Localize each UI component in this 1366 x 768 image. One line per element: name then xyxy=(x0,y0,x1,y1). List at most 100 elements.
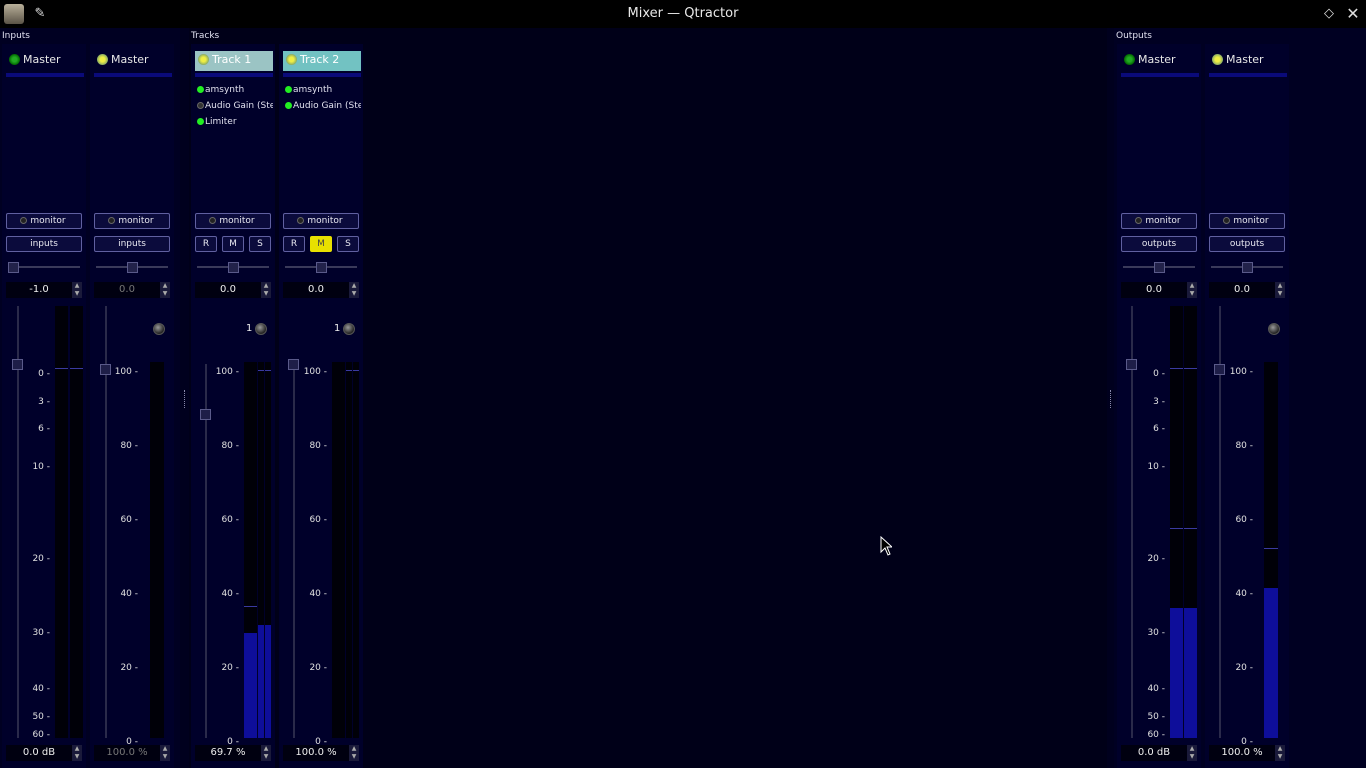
monitor-button[interactable]: monitor xyxy=(1209,213,1285,229)
scale-tick-label: 40 - xyxy=(120,589,138,599)
scale-tick-label: 20 - xyxy=(1147,554,1165,564)
fader-handle[interactable] xyxy=(1214,364,1225,375)
db-scale: 0 - 3 - 6 - 10 - 20 - 30 - 40 - 50 - 60 - xyxy=(1141,306,1165,742)
monitor-button[interactable]: monitor xyxy=(6,213,82,229)
midi-icon xyxy=(198,54,209,65)
channel-knob[interactable] xyxy=(1268,323,1280,335)
scale-tick-label: 6 - xyxy=(38,424,50,434)
monitor-button[interactable]: monitor xyxy=(1121,213,1197,229)
plugin-item[interactable]: amsynth xyxy=(195,82,273,98)
midi-icon xyxy=(1212,54,1223,65)
pan-handle[interactable] xyxy=(127,262,138,273)
solo-button[interactable]: S xyxy=(337,236,359,252)
percent-scale: 100 -80 -60 -40 -20 -0 - xyxy=(215,306,239,747)
channel-knob[interactable] xyxy=(343,323,355,335)
gain-spinbox[interactable]: -1.0 ▲ ▼ xyxy=(6,282,82,298)
pan-handle[interactable] xyxy=(8,262,19,273)
fader-handle[interactable] xyxy=(288,359,299,370)
gain-spinbox[interactable]: 0.0 ▲ ▼ xyxy=(283,282,359,298)
gain-spinbox[interactable]: 0.0 ▲ ▼ xyxy=(1209,282,1285,298)
mute-button[interactable]: M xyxy=(222,236,244,252)
scale-tick-label: 40 - xyxy=(1235,589,1253,599)
scale-tick-label: 20 - xyxy=(120,663,138,673)
record-button[interactable]: R xyxy=(283,236,305,252)
strip-name[interactable]: Track 2 xyxy=(283,51,361,71)
fader-handle[interactable] xyxy=(1126,359,1137,370)
plugin-list[interactable]: amsynth Audio Gain (Ste xyxy=(283,82,361,114)
channel-number: 1 xyxy=(246,323,253,334)
level-meter xyxy=(150,362,164,738)
pan-handle[interactable] xyxy=(1242,262,1253,273)
inputs-button[interactable]: inputs xyxy=(6,236,82,252)
plugin-item[interactable]: amsynth xyxy=(283,82,361,98)
percent-scale: 100 -80 -60 -40 -20 -0 - xyxy=(303,306,327,747)
scale-tick-label: 100 - xyxy=(114,367,138,377)
fader-handle[interactable] xyxy=(12,359,23,370)
outputs-button[interactable]: outputs xyxy=(1209,236,1285,252)
strip-name[interactable]: Master xyxy=(94,51,172,71)
pan-handle[interactable] xyxy=(1154,262,1165,273)
level-meter xyxy=(1264,362,1278,738)
pan-handle[interactable] xyxy=(228,262,239,273)
level-meter xyxy=(55,306,68,738)
outputs-label: Outputs xyxy=(1116,31,1152,41)
strip-name[interactable]: Master xyxy=(6,51,84,71)
scale-tick-label: 50 - xyxy=(32,712,50,722)
gain-fader[interactable] xyxy=(1131,306,1133,738)
db-scale: 0 - 3 - 6 - 10 - 20 - 30 - 40 - 50 - 60 - xyxy=(26,306,50,742)
level-spinbox[interactable]: 69.7 % ▲ ▼ xyxy=(195,745,271,761)
strip-name[interactable]: Track 1 xyxy=(195,51,273,71)
output-strip-master-midi: Master monitor outputs 0.0 ▲ ▼ 100 - 80 - 60… xyxy=(1205,44,1289,768)
audio-icon xyxy=(9,54,20,65)
scale-tick-label: 20 - xyxy=(309,663,327,673)
gain-fader[interactable] xyxy=(205,364,207,738)
keep-above-icon[interactable]: ◇ xyxy=(1319,4,1339,24)
level-spinbox[interactable]: 0.0 dB ▲ ▼ xyxy=(1121,745,1197,761)
plugin-item[interactable]: Audio Gain (Ste xyxy=(283,98,361,114)
scale-tick-label: 100 - xyxy=(1229,367,1253,377)
gain-fader[interactable] xyxy=(17,306,19,738)
plugin-item[interactable]: Limiter xyxy=(195,114,273,130)
mouse-cursor-icon xyxy=(880,536,892,556)
strip-name[interactable]: Master xyxy=(1121,51,1199,71)
monitor-button[interactable]: monitor xyxy=(195,213,271,229)
fader-handle[interactable] xyxy=(200,408,211,420)
channel-knob[interactable] xyxy=(255,323,267,335)
scale-tick-label: 3 - xyxy=(38,397,50,407)
gain-spinbox[interactable]: 0.0 ▲ ▼ xyxy=(1121,282,1197,298)
monitor-button[interactable]: monitor xyxy=(283,213,359,229)
level-spinbox[interactable]: 100.0 % ▲ ▼ xyxy=(1209,745,1285,761)
scale-tick-label: 20 - xyxy=(221,663,239,673)
solo-button[interactable]: S xyxy=(249,236,271,252)
fader-handle[interactable] xyxy=(100,364,111,375)
gain-spinbox[interactable]: 0.0 ▲ ▼ xyxy=(94,282,170,298)
title-bar: ✎ Mixer — Qtractor ◇ ✕ xyxy=(0,0,1366,28)
channel-number: 1 xyxy=(334,323,341,334)
scale-tick-label: 10 - xyxy=(1147,462,1165,472)
plugin-item[interactable]: Audio Gain (Ste xyxy=(195,98,273,114)
record-button[interactable]: R xyxy=(195,236,217,252)
scale-tick-label: 100 - xyxy=(215,367,239,377)
scale-tick-label: 60 - xyxy=(309,515,327,525)
gain-spinbox[interactable]: 0.0 ▲ ▼ xyxy=(195,282,271,298)
scale-tick-label: 60 - xyxy=(1147,730,1165,740)
pan-handle[interactable] xyxy=(316,262,327,273)
level-spinbox[interactable]: 100.0 % ▲ ▼ xyxy=(94,745,170,761)
channel-knob[interactable] xyxy=(153,323,165,335)
plugin-list[interactable]: amsynth Audio Gain (Ste Limiter xyxy=(195,82,273,130)
scale-tick-label: 80 - xyxy=(1235,441,1253,451)
gain-fader[interactable] xyxy=(293,364,295,738)
strip-name[interactable]: Master xyxy=(1209,51,1287,71)
window-title: Mixer — Qtractor xyxy=(627,6,739,21)
inputs-button[interactable]: inputs xyxy=(94,236,170,252)
outputs-button[interactable]: outputs xyxy=(1121,236,1197,252)
scale-tick-label: 40 - xyxy=(221,589,239,599)
level-spinbox[interactable]: 100.0 % ▲ ▼ xyxy=(283,745,359,761)
mute-button[interactable]: M xyxy=(310,236,332,252)
level-spinbox[interactable]: 0.0 dB ▲ ▼ xyxy=(6,745,82,761)
audio-icon xyxy=(1124,54,1135,65)
monitor-button[interactable]: monitor xyxy=(94,213,170,229)
inputs-label: Inputs xyxy=(2,31,30,41)
splitter-left[interactable] xyxy=(181,28,189,768)
close-icon[interactable]: ✕ xyxy=(1343,4,1363,24)
